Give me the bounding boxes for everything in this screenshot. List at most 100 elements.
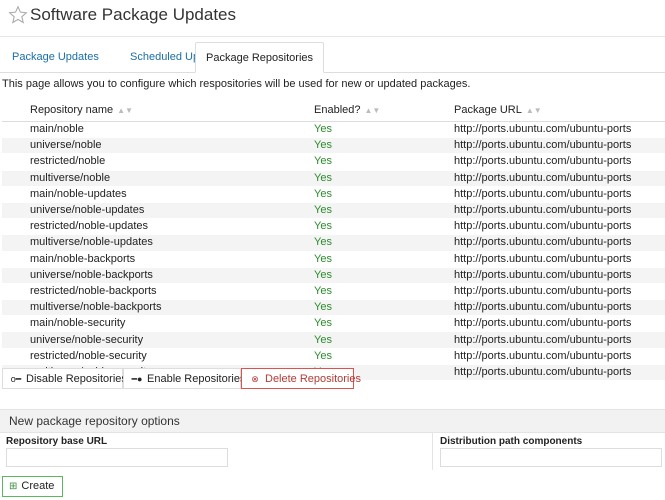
repository-name-cell: restricted/noble-security (2, 348, 294, 365)
button-label: Create (21, 480, 55, 492)
repositories-table: Repository name ▲▼ Enabled? ▲▼ Package URL… (2, 99, 665, 382)
enabled-cell: Yes (294, 331, 436, 349)
repository-name-cell: restricted/noble-backports (2, 283, 294, 301)
package-url-cell: http://ports.ubuntu.com/ubuntu-ports (436, 234, 665, 252)
package-url-cell: http://ports.ubuntu.com/ubuntu-ports (436, 364, 665, 382)
package-url-cell: http://ports.ubuntu.com/ubuntu-ports (436, 283, 665, 301)
enabled-cell: Yes (294, 218, 436, 236)
column-label: Enabled? (314, 104, 361, 116)
enabled-cell: Yes (294, 234, 436, 252)
table-row[interactable]: main/noble-updates Yes http://ports.ubuntu… (2, 186, 665, 203)
repository-name-cell: universe/noble-security (2, 331, 294, 349)
table-body: main/noble Yes http://ports.ubuntu.com/ubu… (2, 121, 665, 382)
enabled-cell: Yes (294, 267, 436, 284)
package-url-cell: http://ports.ubuntu.com/ubuntu-ports (436, 348, 665, 365)
table-row[interactable]: universe/noble-backports Yes http://ports.… (2, 267, 665, 284)
section-title: New package repository options (9, 414, 180, 428)
sort-icon[interactable]: ▲▼ (365, 106, 381, 115)
column-label: Package URL (454, 104, 522, 116)
column-header-repository-name[interactable]: Repository name ▲▼ (2, 99, 294, 122)
column-header-package-url[interactable]: Package URL ▲▼ (436, 99, 665, 122)
page-title: Software Package Updates (30, 5, 237, 24)
enabled-cell: Yes (294, 251, 436, 268)
button-label: Enable Repositories (147, 373, 246, 385)
disable-repositories-button[interactable]: o━ Disable Repositories (2, 368, 127, 389)
package-url-cell: http://ports.ubuntu.com/ubuntu-ports (436, 137, 665, 155)
repository-name-cell: restricted/noble-updates (2, 218, 294, 236)
table-row[interactable]: universe/noble Yes http://ports.ubuntu.com… (2, 137, 665, 155)
package-url-cell: http://ports.ubuntu.com/ubuntu-ports (436, 218, 665, 236)
tab-bar: Package Updates Scheduled Upgrades Packa… (0, 42, 665, 73)
table-row[interactable]: universe/noble-security Yes http://ports.u… (2, 331, 665, 349)
table-row[interactable]: restricted/noble-updates Yes http://ports.… (2, 218, 665, 236)
enabled-cell: Yes (294, 186, 436, 203)
star-icon[interactable] (8, 5, 28, 25)
enabled-cell: Yes (294, 283, 436, 301)
toggle-off-icon: o━ (10, 374, 22, 384)
repository-name-cell: universe/noble-backports (2, 267, 294, 284)
package-url-cell: http://ports.ubuntu.com/ubuntu-ports (436, 202, 665, 220)
enabled-cell: Yes (294, 137, 436, 155)
enabled-cell: Yes (294, 121, 436, 139)
page-header: Software Package Updates (0, 0, 665, 37)
button-label: Disable Repositories (26, 373, 127, 385)
new-repo-section-header: New package repository options (0, 409, 665, 433)
sort-icon[interactable]: ▲▼ (117, 106, 133, 115)
base-url-input[interactable] (6, 448, 228, 467)
package-url-cell: http://ports.ubuntu.com/ubuntu-ports (436, 186, 665, 203)
enable-repositories-button[interactable]: ━● Enable Repositories (123, 368, 245, 389)
repository-name-cell: multiverse/noble-backports (2, 299, 294, 317)
enabled-cell: Yes (294, 202, 436, 220)
delete-repositories-button[interactable]: ⊗ Delete Repositories (241, 368, 361, 389)
page-description: This page allows you to configure which … (2, 78, 471, 90)
package-url-cell: http://ports.ubuntu.com/ubuntu-ports (436, 315, 665, 333)
enabled-cell: Yes (294, 170, 436, 187)
button-label: Delete Repositories (265, 373, 361, 385)
toggle-on-icon: ━● (131, 374, 143, 384)
base-url-field: Repository base URL (0, 432, 433, 470)
enabled-cell: Yes (294, 299, 436, 317)
column-header-enabled[interactable]: Enabled? ▲▼ (294, 99, 436, 122)
table-header-row: Repository name ▲▼ Enabled? ▲▼ Package URL… (2, 99, 665, 122)
package-url-cell: http://ports.ubuntu.com/ubuntu-ports (436, 267, 665, 284)
repository-name-cell: multiverse/noble (2, 170, 294, 187)
table-row[interactable]: multiverse/noble-backports Yes http://port… (2, 299, 665, 317)
table-row[interactable]: restricted/noble Yes http://ports.ubuntu.c… (2, 153, 665, 171)
package-url-cell: http://ports.ubuntu.com/ubuntu-ports (436, 170, 665, 187)
table-row[interactable]: restricted/noble-security Yes http://ports… (2, 348, 665, 365)
enabled-cell: Yes (294, 315, 436, 333)
dist-path-input[interactable] (440, 448, 662, 467)
package-url-cell: http://ports.ubuntu.com/ubuntu-ports (436, 251, 665, 268)
column-label: Repository name (30, 104, 114, 116)
plus-square-icon: ⊞ (9, 481, 18, 492)
repository-name-cell: multiverse/noble-updates (2, 234, 294, 252)
repository-name-cell: universe/noble-updates (2, 202, 294, 220)
tab-package-repositories[interactable]: Package Repositories (195, 42, 325, 73)
times-circle-icon: ⊗ (251, 374, 259, 384)
repository-name-cell: main/noble-backports (2, 251, 294, 268)
table-row[interactable]: main/noble-backports Yes http://ports.ubun… (2, 251, 665, 268)
tab-package-updates[interactable]: Package Updates (2, 42, 109, 72)
repository-name-cell: restricted/noble (2, 153, 294, 171)
enabled-cell: Yes (294, 348, 436, 365)
enabled-cell: Yes (294, 153, 436, 171)
table-row[interactable]: restricted/noble-backports Yes http://port… (2, 283, 665, 301)
repository-name-cell: main/noble-updates (2, 186, 294, 203)
repository-name-cell: main/noble (2, 121, 294, 139)
package-url-cell: http://ports.ubuntu.com/ubuntu-ports (436, 331, 665, 349)
create-button[interactable]: ⊞ Create (2, 476, 64, 497)
table-row[interactable]: main/noble Yes http://ports.ubuntu.com/ubu… (2, 121, 665, 139)
repository-name-cell: universe/noble (2, 137, 294, 155)
package-url-cell: http://ports.ubuntu.com/ubuntu-ports (436, 299, 665, 317)
table-row[interactable]: main/noble-security Yes http://ports.ubunt… (2, 315, 665, 333)
package-url-cell: http://ports.ubuntu.com/ubuntu-ports (436, 153, 665, 171)
base-url-label: Repository base URL (6, 436, 108, 447)
table-row[interactable]: multiverse/noble Yes http://ports.ubuntu.c… (2, 170, 665, 187)
table-row[interactable]: multiverse/noble-updates Yes http://ports.… (2, 234, 665, 252)
package-url-cell: http://ports.ubuntu.com/ubuntu-ports (436, 121, 665, 139)
table-row[interactable]: universe/noble-updates Yes http://ports.ub… (2, 202, 665, 220)
dist-path-field: Distribution path components (440, 432, 665, 470)
repository-name-cell: main/noble-security (2, 315, 294, 333)
dist-path-label: Distribution path components (440, 436, 583, 447)
sort-icon[interactable]: ▲▼ (526, 106, 542, 115)
